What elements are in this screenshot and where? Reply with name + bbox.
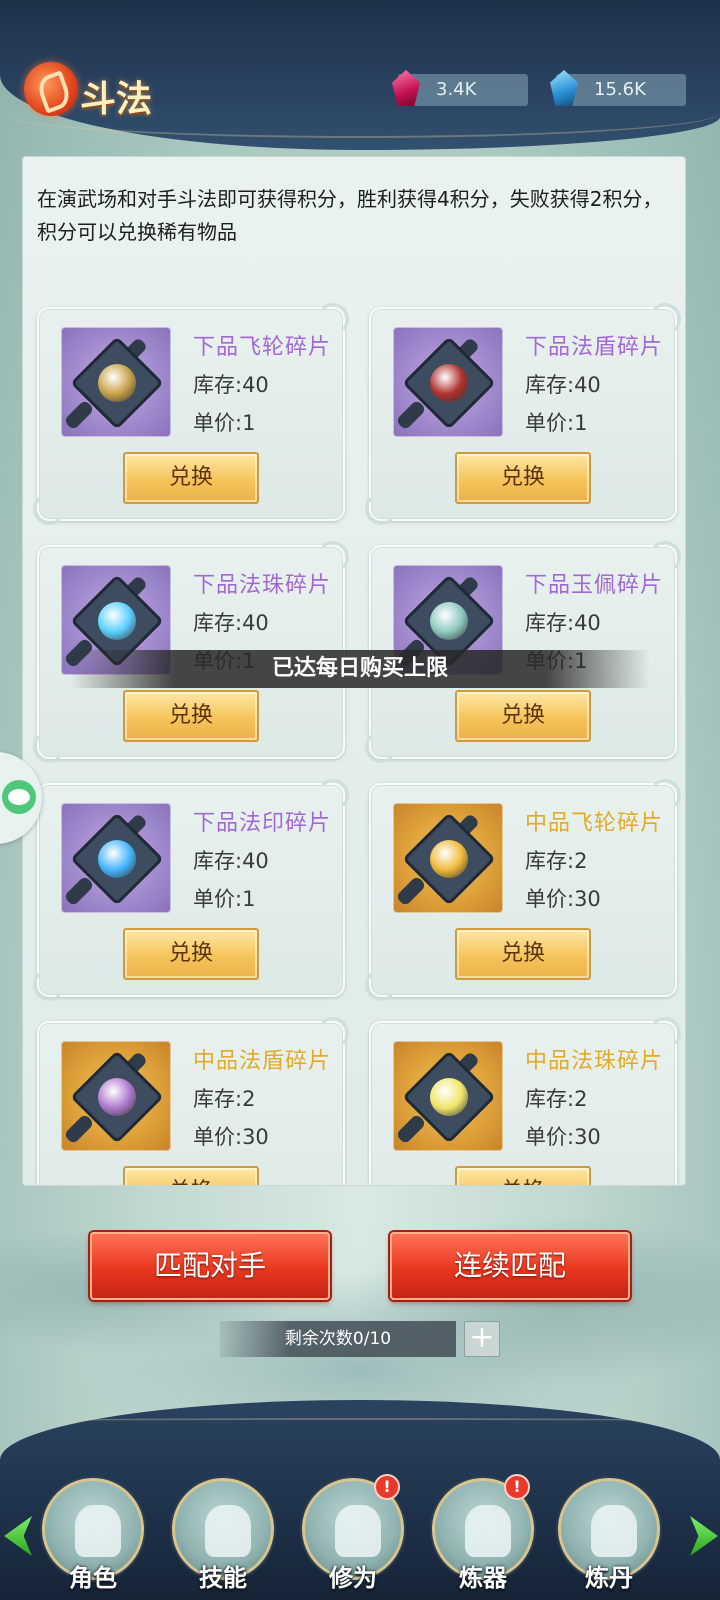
exchange-item-card[interactable]: 中品飞轮碎片 库存:2 单价:30 兑换	[365, 779, 681, 1001]
fragment-handle	[63, 399, 95, 431]
item-price: 单价:30	[193, 1125, 269, 1149]
item-price: 单价:30	[525, 1125, 601, 1149]
nav-item-0[interactable]: 角色	[40, 1478, 146, 1600]
fragment-handle	[395, 1113, 427, 1145]
exchange-item-card[interactable]: 下品法印碎片 库存:40 单价:1 兑换	[33, 779, 349, 1001]
points-description: 在演武场和对手斗法即可获得积分，胜利获得4积分，失败获得2积分，积分可以兑换稀有…	[37, 187, 663, 244]
nav-item-4[interactable]: 炼丹	[556, 1478, 662, 1600]
fragment-core	[98, 840, 136, 878]
nav-item-2[interactable]: ! 修为	[300, 1474, 406, 1600]
chat-bubble-icon	[2, 780, 36, 814]
item-stock: 库存:40	[193, 611, 269, 635]
exchange-button[interactable]: 兑换	[123, 928, 259, 980]
item-stock: 库存:40	[525, 611, 601, 635]
currency-blue-crystal[interactable]: 15.6K	[550, 70, 686, 106]
remaining-attempts: 剩余次数0/10	[220, 1321, 456, 1357]
alert-badge-icon: !	[504, 1474, 530, 1500]
nav-item-3[interactable]: ! 炼器	[430, 1474, 536, 1600]
fragment-handle	[395, 399, 427, 431]
magic-shield-fragment-icon[interactable]	[61, 1041, 171, 1151]
fragment-core	[98, 1078, 136, 1116]
exchange-item-card[interactable]: 中品法盾碎片 库存:2 单价:30 兑换	[37, 1017, 349, 1185]
fragment-core	[430, 602, 468, 640]
currency-blue-crystal-value: 15.6K	[594, 79, 646, 100]
currency-red-gem[interactable]: 3.4K	[392, 70, 528, 106]
item-stock: 库存:40	[193, 373, 269, 397]
page-title: 斗法	[80, 79, 153, 120]
item-name: 下品玉佩碎片	[525, 573, 664, 598]
nav-glyph	[335, 1505, 381, 1557]
item-name: 下品法盾碎片	[525, 335, 664, 360]
item-name: 下品飞轮碎片	[193, 335, 332, 360]
exchange-item-card[interactable]: 下品法盾碎片 库存:40 单价:1 兑换	[365, 303, 681, 525]
exchange-button[interactable]: 兑换	[455, 690, 591, 742]
item-stock: 库存:2	[525, 1087, 588, 1111]
magic-seal-fragment-icon[interactable]	[61, 803, 171, 913]
daily-limit-toast: 已达每日购买上限	[70, 650, 650, 688]
item-price: 单价:30	[525, 887, 601, 911]
item-name: 下品法珠碎片	[193, 573, 332, 598]
flying-wheel-fragment-icon[interactable]	[393, 803, 503, 913]
item-price: 单价:1	[193, 411, 256, 435]
add-attempts-button[interactable]: +	[464, 1321, 500, 1357]
match-opponent-button[interactable]: 匹配对手	[90, 1232, 330, 1300]
fragment-handle	[63, 875, 95, 907]
nav-glyph	[465, 1505, 511, 1557]
fragment-handle	[63, 1113, 95, 1145]
fragment-core	[98, 364, 136, 402]
exchange-button[interactable]: 兑换	[455, 1166, 591, 1185]
exchange-button[interactable]: 兑换	[123, 1166, 259, 1185]
nav-glyph	[591, 1505, 637, 1557]
nav-label: 炼丹	[585, 1564, 633, 1592]
fragment-handle	[395, 875, 427, 907]
continuous-match-button[interactable]: 连续匹配	[390, 1232, 630, 1300]
fragment-core	[98, 602, 136, 640]
nav-label: 修为	[329, 1564, 377, 1592]
magic-shield-fragment-icon[interactable]	[393, 327, 503, 437]
nav-label: 炼器	[459, 1564, 507, 1592]
item-name: 中品法盾碎片	[193, 1049, 332, 1074]
item-price: 单价:1	[193, 887, 256, 911]
alert-badge-icon: !	[374, 1474, 400, 1500]
item-name: 中品飞轮碎片	[525, 811, 664, 836]
exchange-item-card[interactable]: 中品法珠碎片 库存:2 单价:30 兑换	[369, 1017, 681, 1185]
exchange-item-card[interactable]: 下品飞轮碎片 库存:40 单价:1 兑换	[33, 303, 349, 525]
item-stock: 库存:2	[193, 1087, 256, 1111]
exchange-button[interactable]: 兑换	[455, 452, 591, 504]
item-stock: 库存:2	[525, 849, 588, 873]
nav-label: 角色	[69, 1564, 117, 1592]
item-name: 下品法印碎片	[193, 811, 332, 836]
nav-glyph	[75, 1505, 121, 1557]
flying-wheel-fragment-icon[interactable]	[61, 327, 171, 437]
nav-item-1[interactable]: 技能	[170, 1478, 276, 1600]
fragment-core	[430, 1078, 468, 1116]
item-stock: 库存:40	[193, 849, 269, 873]
item-name: 中品法珠碎片	[525, 1049, 664, 1074]
nav-glyph	[205, 1505, 251, 1557]
fragment-core	[430, 364, 468, 402]
exchange-button[interactable]: 兑换	[123, 452, 259, 504]
item-price: 单价:1	[525, 411, 588, 435]
nav-label: 技能	[199, 1564, 247, 1592]
item-stock: 库存:40	[525, 373, 601, 397]
doufa-logo-icon	[24, 62, 78, 116]
currency-red-gem-value: 3.4K	[436, 79, 477, 100]
fragment-core	[430, 840, 468, 878]
magic-orb-fragment-icon[interactable]	[393, 1041, 503, 1151]
exchange-button[interactable]: 兑换	[455, 928, 591, 980]
exchange-button[interactable]: 兑换	[123, 690, 259, 742]
